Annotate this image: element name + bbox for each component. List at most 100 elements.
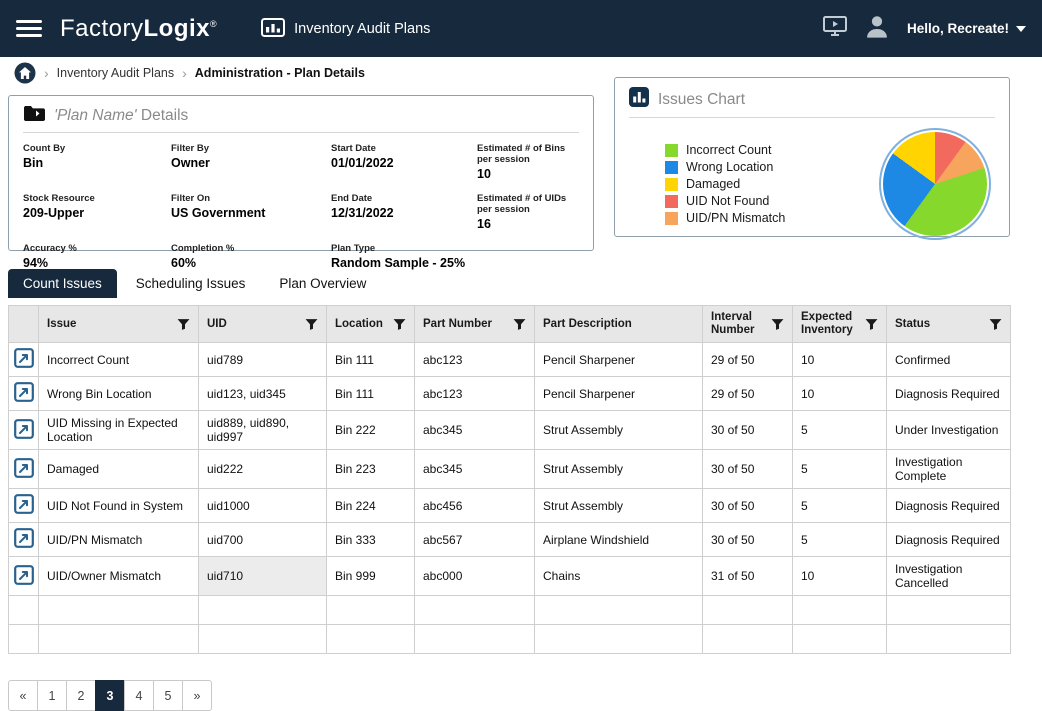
breadcrumb-item-current: Administration - Plan Details [195, 66, 365, 80]
issues-chart-title: Issues Chart [658, 91, 745, 109]
cell-interval: 29 of 50 [703, 343, 793, 377]
filter-icon[interactable] [393, 318, 406, 331]
page-2-button[interactable]: 2 [66, 680, 96, 711]
cell-expected: 5 [793, 450, 887, 489]
table-row[interactable]: Incorrect Count uid789 Bin 111 abc123 Pe… [9, 343, 1011, 377]
open-record-icon[interactable] [14, 419, 34, 439]
filter-icon[interactable] [513, 318, 526, 331]
legend-swatch [665, 178, 678, 191]
cell-issue: UID/PN Mismatch [39, 523, 199, 557]
user-menu[interactable]: Hello, Recreate! [907, 21, 1026, 36]
open-record-icon[interactable] [14, 458, 34, 478]
breadcrumb-item-inventory-audit-plans[interactable]: Inventory Audit Plans [57, 66, 174, 80]
header-issue: Issue [39, 306, 199, 343]
filter-icon[interactable] [771, 318, 784, 331]
logo-text-light: Factory [60, 15, 144, 42]
issues-chart-panel: Issues Chart Incorrect Count Wrong Locat… [614, 77, 1010, 237]
cell-interval: 30 of 50 [703, 450, 793, 489]
table-header-row: Issue UID Location Part Number Part Desc… [9, 306, 1011, 343]
page-3-button[interactable]: 3 [95, 680, 125, 711]
table-row-empty [9, 596, 1011, 625]
cell-part-description: Chains [535, 557, 703, 596]
cell-status: Diagnosis Required [887, 489, 1011, 523]
cell-issue: UID Not Found in System [39, 489, 199, 523]
cell-interval: 31 of 50 [703, 557, 793, 596]
table-row[interactable]: UID Missing in Expected Location uid889,… [9, 411, 1011, 450]
cell-part-number: abc456 [415, 489, 535, 523]
header-location: Location [327, 306, 415, 343]
cell-status: Investigation Complete [887, 450, 1011, 489]
cell-part-description: Strut Assembly [535, 489, 703, 523]
cell-uid: uid710 [199, 557, 327, 596]
field-estimated-bins: Estimated # of Bins per session10 [477, 143, 579, 181]
page-5-button[interactable]: 5 [153, 680, 183, 711]
audit-plans-icon [261, 17, 285, 41]
open-record-icon[interactable] [14, 528, 34, 548]
field-filter-on: Filter OnUS Government [171, 193, 323, 231]
filter-icon[interactable] [177, 318, 190, 331]
field-estimated-uids: Estimated # of UIDs per session16 [477, 193, 579, 231]
folder-icon [23, 105, 45, 127]
field-filter-by: Filter ByOwner [171, 143, 323, 181]
table-row[interactable]: Damaged uid222 Bin 223 abc345 Strut Asse… [9, 450, 1011, 489]
cell-issue: UID Missing in Expected Location [39, 411, 199, 450]
cell-expected: 5 [793, 523, 887, 557]
open-record-icon[interactable] [14, 494, 34, 514]
header-part-description: Part Description [535, 306, 703, 343]
tab-plan-overview[interactable]: Plan Overview [264, 269, 381, 298]
open-record-icon[interactable] [14, 348, 34, 368]
pagination: « 1 2 3 4 5 » [8, 680, 1042, 711]
cell-uid: uid700 [199, 523, 327, 557]
header-status: Status [887, 306, 1011, 343]
filter-icon[interactable] [305, 318, 318, 331]
breadcrumb-separator: › [182, 65, 187, 81]
logo-registered-mark: ® [210, 19, 217, 29]
legend-swatch [665, 195, 678, 208]
table-row[interactable]: UID/Owner Mismatch uid710 Bin 999 abc000… [9, 557, 1011, 596]
cell-expected: 5 [793, 489, 887, 523]
cell-location: Bin 333 [327, 523, 415, 557]
legend-item-uid-not-found: UID Not Found [665, 194, 883, 208]
cell-status: Investigation Cancelled [887, 557, 1011, 596]
cell-part-description: Strut Assembly [535, 450, 703, 489]
tab-scheduling-issues[interactable]: Scheduling Issues [121, 269, 261, 298]
page-last-button[interactable]: » [182, 680, 212, 711]
page-4-button[interactable]: 4 [124, 680, 154, 711]
cell-uid: uid1000 [199, 489, 327, 523]
page-1-button[interactable]: 1 [37, 680, 67, 711]
open-record-icon[interactable] [14, 382, 34, 402]
cell-interval: 30 of 50 [703, 523, 793, 557]
table-row[interactable]: Wrong Bin Location uid123, uid345 Bin 11… [9, 377, 1011, 411]
menu-icon[interactable] [16, 20, 42, 37]
legend-item-uid-pn-mismatch: UID/PN Mismatch [665, 211, 883, 225]
cell-issue: Damaged [39, 450, 199, 489]
count-issues-table-wrap: Issue UID Location Part Number Part Desc… [8, 305, 1034, 654]
page-first-button[interactable]: « [8, 680, 38, 711]
home-icon[interactable] [14, 62, 36, 84]
cell-location: Bin 111 [327, 343, 415, 377]
cell-status: Diagnosis Required [887, 523, 1011, 557]
filter-icon[interactable] [865, 318, 878, 331]
cell-part-description: Pencil Sharpener [535, 343, 703, 377]
issues-pie-chart [883, 132, 987, 236]
filter-icon[interactable] [989, 318, 1002, 331]
cell-part-description: Strut Assembly [535, 411, 703, 450]
tab-count-issues[interactable]: Count Issues [8, 269, 117, 298]
module-header: Inventory Audit Plans [261, 17, 430, 41]
module-title: Inventory Audit Plans [294, 21, 430, 37]
cell-location: Bin 224 [327, 489, 415, 523]
table-row[interactable]: UID Not Found in System uid1000 Bin 224 … [9, 489, 1011, 523]
header-uid: UID [199, 306, 327, 343]
field-accuracy: Accuracy %94% [23, 243, 163, 270]
cell-status: Diagnosis Required [887, 377, 1011, 411]
cell-issue: Incorrect Count [39, 343, 199, 377]
open-record-icon[interactable] [14, 565, 34, 585]
legend-swatch [665, 212, 678, 225]
cell-expected: 5 [793, 411, 887, 450]
table-row[interactable]: UID/PN Mismatch uid700 Bin 333 abc567 Ai… [9, 523, 1011, 557]
display-share-icon[interactable] [823, 16, 847, 41]
cell-part-number: abc345 [415, 411, 535, 450]
avatar[interactable] [863, 13, 891, 44]
cell-status: Under Investigation [887, 411, 1011, 450]
count-issues-table: Issue UID Location Part Number Part Desc… [8, 305, 1011, 654]
